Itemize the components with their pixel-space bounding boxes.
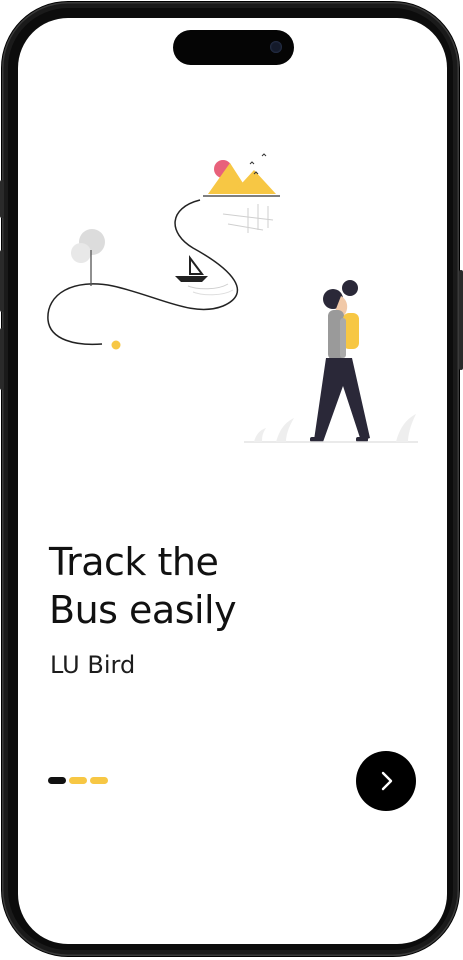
birds-icon bbox=[249, 153, 267, 175]
mountains-icon bbox=[208, 160, 276, 194]
action-button bbox=[0, 180, 4, 218]
page-indicator-dot[interactable] bbox=[69, 777, 87, 784]
title-line-1: Track the bbox=[49, 540, 219, 584]
page-indicator-dot[interactable] bbox=[90, 777, 108, 784]
app-screen: Track the Bus easily LU Bird bbox=[18, 18, 447, 944]
route-path bbox=[47, 199, 239, 346]
volume-down-button bbox=[0, 328, 4, 390]
phone-frame: Track the Bus easily LU Bird bbox=[2, 2, 459, 956]
sailboat-icon bbox=[175, 255, 234, 296]
page-title: Track the Bus easily bbox=[49, 538, 379, 634]
route-dot bbox=[111, 340, 121, 350]
next-button[interactable] bbox=[356, 751, 416, 811]
power-button bbox=[459, 270, 463, 370]
app-name-subtitle: LU Bird bbox=[50, 651, 136, 679]
onboarding-illustration bbox=[47, 153, 418, 443]
page-indicator bbox=[48, 777, 108, 784]
person-with-backpack-icon bbox=[310, 280, 370, 442]
volume-up-button bbox=[0, 250, 4, 312]
chevron-right-icon bbox=[381, 771, 393, 791]
tree-icon bbox=[71, 229, 105, 286]
title-line-2: Bus easily bbox=[49, 588, 237, 632]
page-indicator-dot[interactable] bbox=[48, 777, 66, 784]
